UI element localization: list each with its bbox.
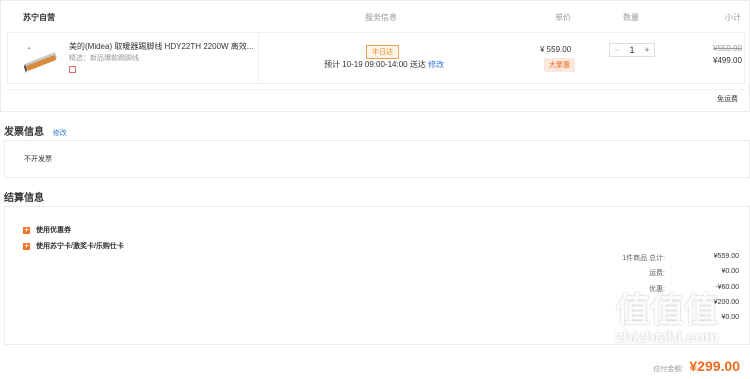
invoice-box: 不开发票 <box>4 140 750 178</box>
invoice-title-text: 发票信息 <box>4 127 44 138</box>
invoice-value: 不开发票 <box>24 156 52 163</box>
invoice-modify-link[interactable]: 修改 <box>53 130 67 137</box>
service-badge: 半日达 <box>366 45 399 59</box>
delivery-modify-link[interactable]: 修改 <box>428 60 444 69</box>
summary-shipping-label: 运费: <box>649 270 665 277</box>
header-service: 服务信息 <box>365 13 397 22</box>
cards-label: 使用苏宁卡/激奖卡/乐购仕卡 <box>36 243 124 250</box>
settlement-title: 结算信息 <box>4 193 44 204</box>
shipping-free: 免运费 <box>717 96 738 103</box>
spec-value: 新品爆款踢脚线 <box>90 55 139 62</box>
watermark-text: zhizhizhi.com <box>615 329 719 346</box>
product-title[interactable]: 美的(Midea) 取暖器踢脚线 HDY22TH 2200W 离效... <box>69 41 254 52</box>
header-unit-price: 单价 <box>555 13 571 22</box>
item-subtotal: ¥499.00 <box>713 56 742 65</box>
cards-row[interactable]: + 使用苏宁卡/激奖卡/乐购仕卡 <box>23 241 124 251</box>
service-icon <box>69 66 76 73</box>
header-quantity: 数量 <box>623 13 639 22</box>
watermark-logo: 值值值 <box>616 292 718 330</box>
qty-input[interactable]: 1 <box>624 45 640 55</box>
plus-icon: + <box>23 226 30 234</box>
spec-label: 精选： <box>69 55 90 62</box>
header-store: 苏宁自营 <box>23 13 55 22</box>
watermark: 值值值 zhizhizhi.com <box>592 294 742 374</box>
header-subtotal: 小计 <box>725 13 741 22</box>
divider <box>7 89 745 90</box>
unit-price: ¥ 559.00 <box>540 45 572 54</box>
delivery-text: 预计 10-19 09:00-14:00 送达 <box>324 60 426 69</box>
plus-icon: + <box>23 242 30 250</box>
service-cell <box>258 33 259 83</box>
promo-badge: 大聚惠 <box>544 58 575 72</box>
summary-shipping-value: ¥0.00 <box>721 268 739 275</box>
product-spec: 精选：新品爆款踢脚线 <box>69 53 139 63</box>
original-subtotal: ¥559.00 <box>713 44 742 53</box>
coupon-label: 使用优惠券 <box>36 227 71 234</box>
qty-minus-button[interactable]: − <box>610 45 624 55</box>
item-row: ✦ 美的(Midea) 取暖器踢脚线 HDY22TH 2200W 离效... 精… <box>7 32 745 84</box>
qty-plus-button[interactable]: + <box>640 45 654 55</box>
svg-text:✦: ✦ <box>27 46 31 52</box>
delivery-time: 预计 10-19 09:00-14:00 送达 修改 <box>324 59 444 70</box>
summary-total-value: ¥559.00 <box>713 253 739 260</box>
invoice-title: 发票信息 修改 <box>4 123 67 138</box>
coupon-row[interactable]: + 使用优惠券 <box>23 225 71 235</box>
product-image[interactable]: ✦ <box>21 40 61 80</box>
quantity-stepper: − 1 + <box>609 43 655 57</box>
summary-discount-value: -¥60.00 <box>715 284 739 291</box>
summary-total-label: 1件商品 总计: <box>622 255 665 262</box>
cart-table: 苏宁自营 服务信息 单价 数量 小计 ✦ 美的(Midea) 取暖器踢脚线 HD… <box>0 0 750 112</box>
